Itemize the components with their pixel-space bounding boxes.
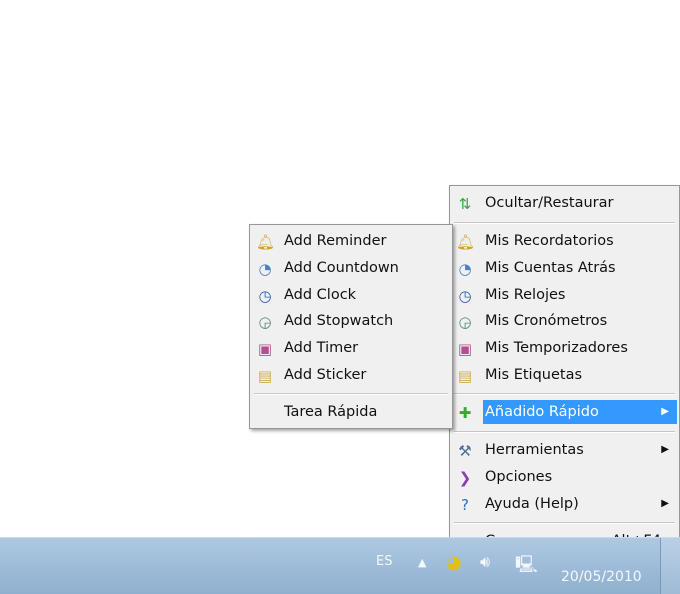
stopwatch-icon: ◶ xyxy=(258,313,272,331)
menu-item-help[interactable]: ? Ayuda (Help) ▶ xyxy=(452,492,677,516)
show-desktop-button[interactable] xyxy=(660,538,680,594)
menu-item-clocks[interactable]: ◷ Mis Relojes xyxy=(452,283,677,307)
taskbar: ES ▲ ◕ 🔊︎ 🖳 20/05/2010 xyxy=(0,537,680,594)
countdown-icon: ◔ xyxy=(258,260,272,278)
show-hidden-icons-icon[interactable]: ▲ xyxy=(418,556,426,569)
clock-icon: ◷ xyxy=(258,287,272,305)
countdown-icon: ◔ xyxy=(458,260,472,278)
quick-add-icon: ✚ xyxy=(458,404,472,422)
menu-item-stickers[interactable]: ▤ Mis Etiquetas xyxy=(452,363,677,387)
clock-icon: ◷ xyxy=(458,287,472,305)
separator xyxy=(454,222,675,224)
tray-context-menu: ⇅ Ocultar/Restaurar 🔔︎ Mis Recordatorios ◔… xyxy=(449,185,680,558)
menu-item-quick-add[interactable]: ✚ Añadido Rápido ▶ xyxy=(452,400,677,424)
submenu-item-add-clock[interactable]: ◷ Add Clock xyxy=(252,283,450,307)
hide-restore-icon: ⇅ xyxy=(458,195,472,213)
submenu-item-add-sticker[interactable]: ▤ Add Sticker xyxy=(252,363,450,387)
tray-date[interactable]: 20/05/2010 xyxy=(561,569,642,585)
bell-icon: 🔔︎ xyxy=(456,233,476,251)
separator xyxy=(454,522,675,524)
help-icon: ? xyxy=(461,496,469,514)
bell-icon: 🔔︎ xyxy=(256,233,276,251)
menu-item-tools[interactable]: ⚒ Herramientas ▶ xyxy=(452,438,677,462)
stopwatch-icon: ◶ xyxy=(458,313,472,331)
tools-icon: ⚒ xyxy=(458,442,472,460)
options-icon: ❯ xyxy=(458,469,472,487)
sticker-icon: ▤ xyxy=(257,367,273,385)
menu-item-reminders[interactable]: 🔔︎ Mis Recordatorios xyxy=(452,229,677,253)
menu-item-hide-restore[interactable]: ⇅ Ocultar/Restaurar xyxy=(452,191,677,215)
menu-item-options[interactable]: ❯ Opciones xyxy=(452,465,677,489)
separator xyxy=(454,431,675,433)
timer-icon: ▣ xyxy=(257,340,273,358)
separator xyxy=(454,393,675,395)
submenu-item-add-stopwatch[interactable]: ◶ Add Stopwatch xyxy=(252,309,450,333)
network-icon[interactable]: 🖳 xyxy=(515,552,538,581)
language-indicator[interactable]: ES xyxy=(376,554,392,569)
submenu-arrow-icon: ▶ xyxy=(661,444,669,455)
submenu-item-quick-task[interactable]: Tarea Rápida xyxy=(252,400,450,424)
volume-icon[interactable]: 🔊︎ xyxy=(480,552,490,572)
submenu-arrow-icon: ▶ xyxy=(661,498,669,509)
menu-item-stopwatches[interactable]: ◶ Mis Cronómetros xyxy=(452,309,677,333)
menu-item-timers[interactable]: ▣ Mis Temporizadores xyxy=(452,336,677,360)
submenu-arrow-icon: ▶ xyxy=(661,406,669,417)
timer-icon: ▣ xyxy=(457,340,473,358)
submenu-item-add-countdown[interactable]: ◔ Add Countdown xyxy=(252,256,450,280)
menu-item-countdowns[interactable]: ◔ Mis Cuentas Atrás xyxy=(452,256,677,280)
sticker-icon: ▤ xyxy=(457,367,473,385)
submenu-item-add-reminder[interactable]: 🔔︎ Add Reminder xyxy=(252,229,450,253)
submenu-item-add-timer[interactable]: ▣ Add Timer xyxy=(252,336,450,360)
quick-add-submenu: 🔔︎ Add Reminder ◔ Add Countdown ◷ Add Clock… xyxy=(249,224,453,429)
app-tray-clock-icon[interactable]: ◕ xyxy=(446,552,462,573)
separator xyxy=(254,393,448,395)
